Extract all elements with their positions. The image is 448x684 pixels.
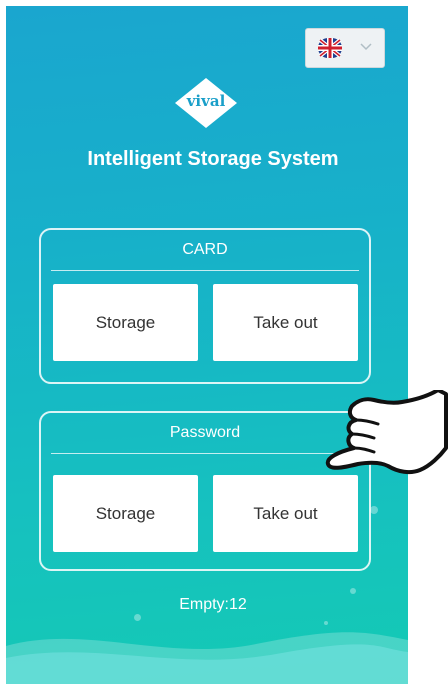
card-heading: CARD bbox=[51, 230, 359, 271]
decor-bubble bbox=[370, 506, 378, 514]
app-screen: vival Intelligent Storage System CARD St… bbox=[6, 6, 408, 684]
card-storage-button[interactable]: Storage bbox=[53, 284, 198, 361]
brand-logo: vival bbox=[173, 78, 239, 128]
empty-count: Empty:12 bbox=[179, 596, 247, 613]
page-title: Intelligent Storage System bbox=[87, 148, 339, 170]
wave-decoration bbox=[6, 632, 408, 684]
pointing-hand-icon bbox=[325, 390, 448, 475]
password-heading: Password bbox=[51, 413, 359, 454]
chevron-down-icon bbox=[360, 43, 372, 51]
card-panel: CARD Storage Take out bbox=[39, 228, 371, 384]
language-select[interactable] bbox=[305, 28, 385, 68]
brand-name: vival bbox=[186, 92, 226, 110]
decor-bubble bbox=[350, 588, 356, 594]
card-take-out-button[interactable]: Take out bbox=[213, 284, 358, 361]
password-storage-button[interactable]: Storage bbox=[53, 475, 198, 552]
uk-flag-icon bbox=[318, 38, 342, 58]
